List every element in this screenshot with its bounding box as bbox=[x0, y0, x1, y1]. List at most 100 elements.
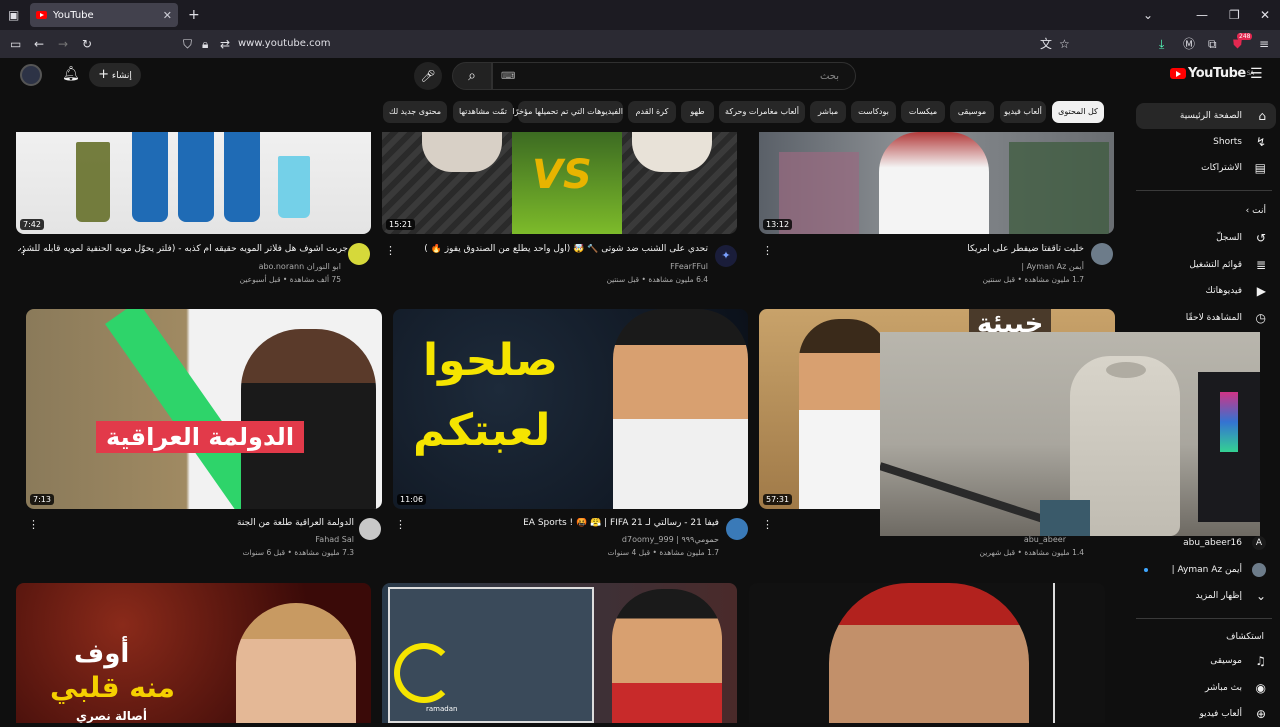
chip-music[interactable]: موسيقى bbox=[950, 101, 994, 123]
sidebar-heading-explore: استكشاف bbox=[1226, 632, 1264, 642]
channel-avatar[interactable] bbox=[348, 243, 370, 265]
bookmark-star-icon[interactable]: ☆ bbox=[1059, 30, 1070, 58]
video-title[interactable]: تحدي على الشنب ضد شوتى 🔨 🤯 (اول واحد يطل… bbox=[408, 244, 708, 254]
subscriptions-icon: ▤ bbox=[1254, 161, 1266, 175]
sidebar-item-music[interactable]: ♫ موسيقى bbox=[1136, 648, 1276, 674]
url-bar[interactable]: www.youtube.com bbox=[238, 30, 330, 58]
shield-icon[interactable]: ⛉ bbox=[183, 30, 192, 58]
thumb-face-bandana bbox=[829, 583, 1029, 723]
gamepad-icon: ⊕ bbox=[1255, 707, 1266, 721]
channel-name[interactable]: Fahad Sal bbox=[315, 535, 354, 544]
channel-name[interactable]: FFearFFul bbox=[670, 262, 708, 271]
video-thumbnail[interactable] bbox=[749, 583, 1105, 723]
channel-avatar-icon: A bbox=[1252, 536, 1266, 550]
keyboard-icon[interactable]: ⌨ bbox=[501, 63, 515, 91]
chip-football[interactable]: كرة القدم bbox=[628, 101, 676, 123]
sidebar-label: فيديوهاتك bbox=[1205, 286, 1242, 296]
chip-podcasts[interactable]: بودكاست bbox=[851, 101, 896, 123]
channel-name[interactable]: abu_abeer bbox=[1024, 535, 1066, 544]
chip-gaming[interactable]: ألعاب فيديو bbox=[1000, 101, 1046, 123]
video-duration: 13:12 bbox=[763, 219, 793, 230]
sidebar-item-watch-later[interactable]: ◷ المشاهدة لاحقًا bbox=[1136, 305, 1276, 331]
chip-watched[interactable]: تمّت مشاهدتها bbox=[453, 101, 513, 123]
video-title[interactable]: الدولمة العراقية طلعة من الجنة bbox=[54, 518, 354, 528]
channel-name[interactable]: حمومي٩٩٩ | d7oomy_999 bbox=[622, 535, 719, 544]
restore-icon[interactable]: ❐ bbox=[1229, 0, 1240, 30]
extensions-icon[interactable]: ⧉ bbox=[1208, 30, 1217, 58]
plus-icon: + bbox=[98, 67, 109, 82]
channel-avatar[interactable] bbox=[726, 518, 748, 540]
close-window-icon[interactable]: ✕ bbox=[1260, 0, 1270, 30]
more-actions-icon[interactable]: ⋮ bbox=[395, 518, 406, 531]
profile-icon[interactable]: Ⓜ bbox=[1183, 30, 1195, 58]
notifications-bell-icon[interactable]: 🔔︎ bbox=[62, 66, 80, 82]
sidebar-item-live[interactable]: ◉ بث مباشر bbox=[1136, 675, 1276, 701]
more-actions-icon[interactable]: ⋮ bbox=[762, 244, 773, 257]
chip-live[interactable]: مباشر bbox=[810, 101, 846, 123]
reload-icon[interactable]: ↻ bbox=[82, 30, 92, 58]
download-icon[interactable]: ⤓ bbox=[1159, 30, 1164, 58]
channel-avatar[interactable]: ✦ bbox=[715, 245, 737, 267]
chevron-down-icon[interactable]: ⌄ bbox=[1143, 0, 1153, 30]
sidebar-item-history[interactable]: ↺ السجلّ bbox=[1136, 225, 1276, 251]
video-title[interactable]: خليت تاقفتا ضيفطر على امريكا bbox=[804, 244, 1084, 254]
guide-menu-icon[interactable]: ☰ bbox=[1250, 66, 1263, 82]
site-permissions-icon[interactable]: ⇄ bbox=[220, 30, 230, 58]
lock-icon[interactable]: 🔒︎ bbox=[202, 30, 208, 58]
chip-cooking[interactable]: طهو bbox=[681, 101, 714, 123]
channel-avatar[interactable] bbox=[359, 518, 381, 540]
sidebar-item-sub-ayman[interactable]: أيمن Ayman Az | bbox=[1136, 557, 1276, 583]
forward-icon[interactable]: → bbox=[58, 30, 68, 58]
chip-action-adventure[interactable]: ألعاب مغامرات وحركة bbox=[719, 101, 805, 123]
youtube-favicon-icon bbox=[36, 11, 47, 19]
channel-name[interactable]: أيمن Ayman Az | bbox=[1021, 262, 1084, 271]
more-actions-icon[interactable]: ⋮ bbox=[385, 244, 396, 257]
sidebar-item-shorts[interactable]: ↯ Shorts bbox=[1136, 129, 1276, 155]
video-thumbnail[interactable]: الدولمة العراقية 7:13 bbox=[26, 309, 382, 509]
account-avatar[interactable] bbox=[20, 64, 42, 86]
clock-icon: ◷ bbox=[1255, 311, 1266, 325]
video-thumbnail[interactable]: صلحوا لعبتكم 11:06 bbox=[393, 309, 748, 509]
voice-search-mic-icon[interactable]: 🎤︎ bbox=[414, 62, 442, 90]
chip-new-to-you[interactable]: محتوى جديد لك bbox=[383, 101, 447, 123]
sidebar-item-you[interactable]: أنت › bbox=[1136, 198, 1276, 224]
search-button[interactable]: ⌕ bbox=[452, 62, 492, 90]
search-input[interactable]: بحث ⌨ bbox=[492, 62, 856, 90]
sidebar-item-home[interactable]: ⌂ الصفحة الرئيسية bbox=[1136, 103, 1276, 129]
video-thumbnail[interactable]: 7:42 bbox=[16, 132, 371, 234]
video-thumbnail[interactable]: ramadan bbox=[382, 583, 737, 723]
chip-recently-uploaded[interactable]: الفيديوهات التي تم تحميلها مؤخرًا bbox=[512, 101, 623, 123]
video-thumbnail[interactable]: VS 15:21 bbox=[382, 132, 737, 234]
menu-icon[interactable]: ≡ bbox=[1259, 30, 1269, 58]
sidebar-item-subscriptions[interactable]: ▤ الاشتراكات bbox=[1136, 155, 1276, 181]
video-thumbnail[interactable]: 13:12 bbox=[759, 132, 1114, 234]
sidebar-label: بث مباشر bbox=[1205, 683, 1242, 693]
sidebar-item-your-videos[interactable]: ▶ فيديوهاتك bbox=[1136, 278, 1276, 304]
more-actions-icon[interactable]: ⋮ bbox=[28, 518, 39, 531]
video-title[interactable]: جربت اشوف هل فلاتر المويه حقيقه ام كذبه … bbox=[18, 244, 348, 254]
sidebar-item-show-more[interactable]: ⌄ إظهار المزيد bbox=[1136, 583, 1276, 609]
tab-list-icon[interactable]: ▣ bbox=[8, 0, 19, 30]
video-title[interactable]: فيفا 21 - رسالتي لـ EA Sports ! 🤬 😤 | FI… bbox=[419, 518, 719, 528]
channel-avatar-icon bbox=[1252, 563, 1266, 577]
close-tab-icon[interactable]: ✕ bbox=[163, 9, 172, 22]
chip-mixes[interactable]: ميكسات bbox=[901, 101, 945, 123]
sidebar-label: Shorts bbox=[1213, 137, 1242, 147]
channel-avatar[interactable] bbox=[1091, 243, 1113, 265]
more-actions-icon[interactable]: ⋮ bbox=[762, 518, 773, 531]
create-button[interactable]: إنشاء + bbox=[89, 63, 141, 87]
minimize-icon[interactable]: — bbox=[1196, 0, 1208, 30]
sidebar-toggle-icon[interactable]: ▭ bbox=[10, 30, 21, 58]
chip-all[interactable]: كل المحتوى bbox=[1052, 101, 1104, 123]
more-actions-icon[interactable]: ⋮ bbox=[18, 244, 29, 257]
video-thumbnail[interactable]: أوف منه قلبي أصالة نصري bbox=[16, 583, 371, 723]
browser-tab-youtube[interactable]: YouTube ✕ bbox=[30, 3, 178, 27]
new-tab-icon[interactable]: + bbox=[188, 0, 200, 30]
back-icon[interactable]: ← bbox=[34, 30, 44, 58]
sidebar-label: abu_abeer16 bbox=[1183, 538, 1242, 548]
channel-name[interactable]: ابو النوران abo.norann bbox=[259, 262, 341, 271]
sidebar-item-gaming[interactable]: ⊕ ألعاب فيديو bbox=[1136, 701, 1276, 727]
translate-icon[interactable]: 文 bbox=[1040, 30, 1052, 58]
youtube-logo[interactable]: YouTube SA bbox=[1170, 66, 1254, 81]
sidebar-item-playlists[interactable]: ≣ قوائم التشغيل bbox=[1136, 252, 1276, 278]
